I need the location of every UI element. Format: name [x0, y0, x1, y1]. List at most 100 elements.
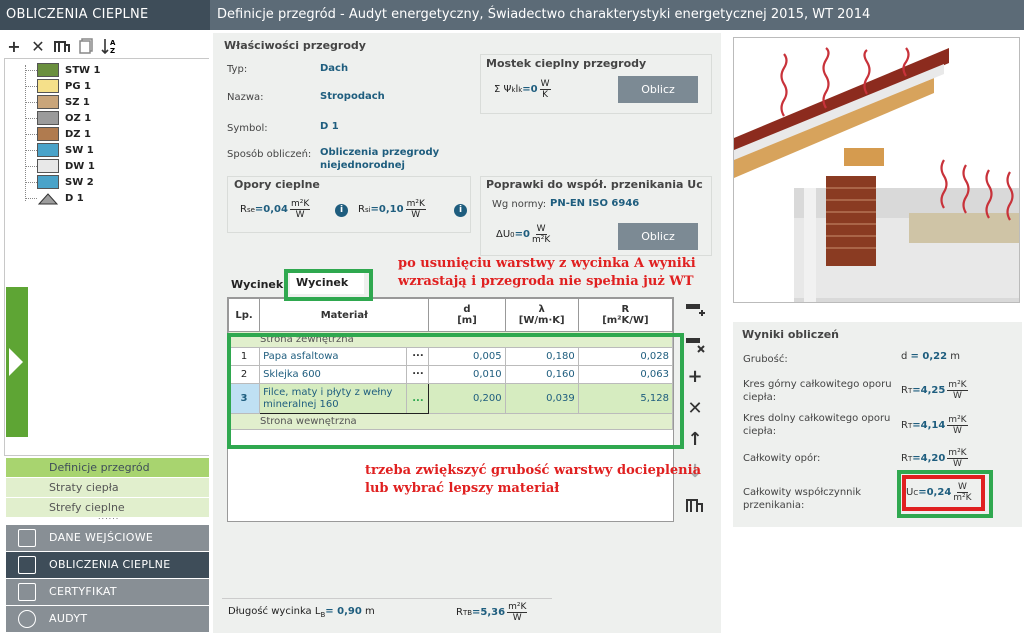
uc-label-1: Całkowity współczynnik	[743, 487, 862, 498]
tree-item[interactable]: OZ 1	[37, 110, 91, 126]
norm-value: PN-EN ISO 6946	[550, 198, 640, 209]
method-value-2: niejednorodnej	[320, 160, 405, 171]
rtb-value: =5,36	[472, 607, 506, 618]
sort-icon[interactable]: AZ	[100, 36, 120, 56]
bridge-unit: WK	[539, 79, 551, 100]
col-d-unit: [m]	[457, 315, 477, 326]
tree-item[interactable]: DW 1	[37, 158, 95, 174]
tree-item[interactable]: SZ 1	[37, 94, 90, 110]
du-unit: Wm²K	[532, 224, 550, 245]
corr-calc-button[interactable]: Oblicz	[618, 223, 698, 250]
tree-connector	[26, 70, 37, 71]
layer-type-icon	[37, 127, 59, 141]
nav-audyt[interactable]: AUDYT	[6, 606, 209, 632]
tree-item[interactable]: SW 2	[37, 174, 94, 190]
name-value: Stropodach	[320, 91, 385, 102]
col-d[interactable]: d [m]	[428, 298, 506, 332]
rt-value: =4,20	[912, 453, 946, 464]
layer-type-icon	[37, 143, 59, 157]
unit-den: W	[295, 210, 305, 220]
roof-illustration	[733, 37, 1020, 303]
length-unit: m	[364, 606, 375, 617]
unit-den: W	[512, 613, 522, 623]
tree-item-label: SZ 1	[65, 96, 90, 108]
info-icon-rsi[interactable]: i	[454, 204, 467, 217]
tree-item[interactable]: STW 1	[37, 62, 101, 78]
col-lambda[interactable]: λ [W/m·K]	[504, 298, 579, 332]
rse-value: =0,04	[254, 204, 288, 215]
remove-icon[interactable]: ✕	[684, 397, 706, 419]
type-value: Dach	[320, 63, 349, 74]
copy-icon[interactable]	[76, 36, 96, 56]
move-up-icon[interactable]: ↑	[684, 428, 706, 450]
du-value: =0	[514, 229, 530, 240]
info-icon-rse[interactable]: i	[335, 204, 348, 217]
tree-item-label: PG 1	[65, 80, 91, 92]
add-icon[interactable]: +	[684, 365, 706, 387]
layer-type-icon	[37, 79, 59, 93]
thickness-value: = 0,22	[910, 351, 948, 362]
subnav-straty[interactable]: Straty ciepła	[6, 478, 209, 497]
tree-item[interactable]: DZ 1	[37, 126, 91, 142]
rlo-label-1: Kres dolny całkowitego oporu	[743, 413, 891, 424]
rse-unit: m²K W	[289, 199, 311, 220]
tab-wycinek-a[interactable]: Wycinek A	[225, 274, 289, 313]
bridge-title: Mostek cieplny przegrody	[486, 57, 647, 70]
unit-num: m²K	[507, 602, 528, 613]
tree-item[interactable]: SW 1	[37, 142, 94, 158]
add-layer-above-icon[interactable]	[684, 300, 706, 322]
tree-connector	[26, 198, 37, 199]
partition-icon[interactable]	[52, 36, 72, 56]
tree-item[interactable]: D 1	[37, 190, 84, 206]
arrow-right-icon[interactable]	[9, 348, 23, 376]
rtb-sym: R	[456, 607, 463, 618]
col-lp[interactable]: Lp.	[227, 298, 261, 332]
name-label: Nazwa:	[227, 92, 264, 103]
annotation-2-line-2: lub wybrać lepszy materiał	[365, 481, 560, 496]
rsi-sym: R	[358, 204, 365, 215]
bridge-sum: Σ Ψ	[494, 84, 512, 95]
highlight-uc	[902, 475, 985, 511]
partition-icon[interactable]	[684, 494, 706, 516]
unit-num: W	[535, 224, 547, 235]
tree-item[interactable]: PG 1	[37, 78, 91, 94]
nav-dane-wejsciowe[interactable]: DANE WEJŚCIOWE	[6, 525, 209, 551]
thickness-sym: d	[901, 351, 908, 362]
unit-den: W	[952, 391, 962, 401]
length-label: Długość wycinka L	[228, 606, 321, 617]
layer-type-icon	[37, 95, 59, 109]
tree-connector	[26, 118, 37, 119]
du-formula: ΔU 0 =0 Wm²K	[496, 224, 550, 245]
unit-den: W	[952, 459, 962, 469]
rtb-readout: R TB =5,36 m²K W	[456, 602, 528, 623]
col-material[interactable]: Materiał	[259, 298, 430, 332]
highlight-tab-b	[284, 269, 373, 301]
rlo-sym: R	[901, 420, 908, 431]
nav-label: AUDYT	[49, 612, 88, 625]
rlo-readout: R T =4,14 m²K W	[901, 415, 968, 436]
delete-layer-icon[interactable]	[684, 334, 706, 356]
tree-item-label: D 1	[65, 192, 84, 204]
corr-title: Poprawki do współ. przenikania Uc	[486, 178, 703, 191]
unit-den: W	[411, 210, 421, 220]
rsi-unit: m²K W	[405, 199, 426, 220]
svg-text:A: A	[110, 39, 116, 47]
tree-toolbar: + ✕ AZ	[4, 35, 204, 57]
unit-num: m²K	[947, 448, 968, 459]
tree-item-label: OZ 1	[65, 112, 92, 124]
col-r[interactable]: R [m²K/W]	[577, 298, 674, 332]
tree-connector	[26, 150, 37, 151]
magnifier-icon	[18, 610, 36, 628]
length-value: = 0,90	[325, 606, 362, 617]
rse-sym: R	[240, 204, 247, 215]
bridge-formula: Σ Ψk l k =0 WK	[494, 79, 551, 100]
delete-icon[interactable]: ✕	[28, 36, 48, 56]
rup-label-2: ciepła:	[743, 392, 777, 403]
nav-obliczenia-cieplne[interactable]: OBLICZENIA CIEPLNE	[6, 552, 209, 578]
tree-connector	[26, 86, 37, 87]
nav-certyfikat[interactable]: CERTYFIKAT	[6, 579, 209, 605]
add-icon[interactable]: +	[4, 36, 24, 56]
bridge-calc-button[interactable]: Oblicz	[618, 76, 698, 103]
subnav-definicje[interactable]: Definicje przegród	[6, 458, 209, 477]
rup-label-1: Kres górny całkowitego oporu	[743, 379, 892, 390]
